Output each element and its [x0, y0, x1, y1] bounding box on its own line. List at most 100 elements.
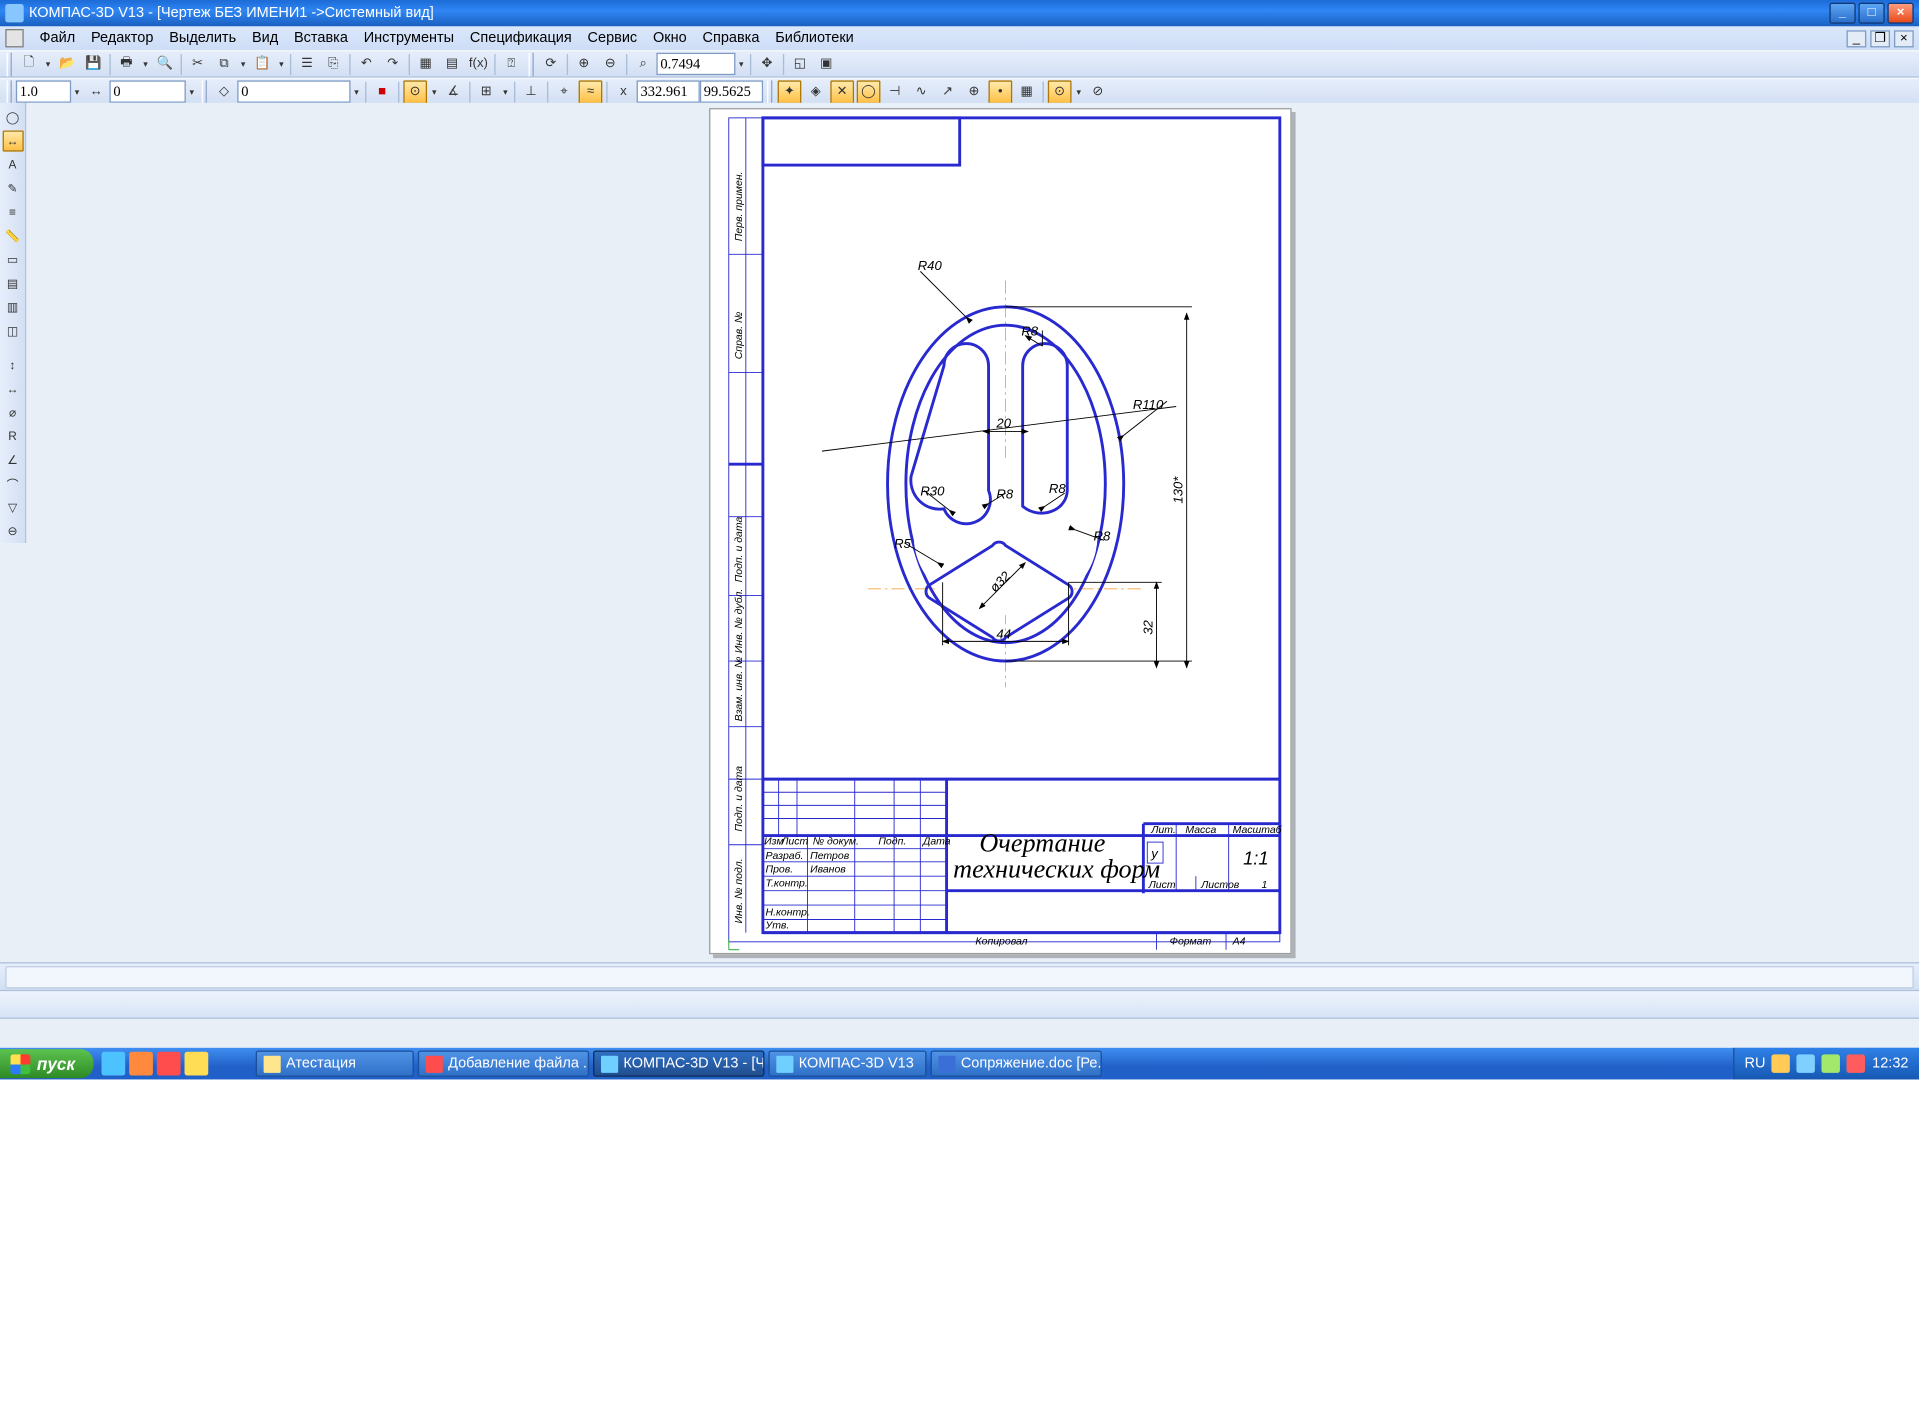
snap-end-button[interactable]: ✦ — [778, 80, 802, 104]
tray-icon[interactable] — [1847, 1054, 1865, 1072]
line-style-dropdown[interactable]: ▾ — [71, 80, 83, 104]
insert-tab[interactable]: ◫ — [2, 320, 23, 341]
window-minimize-button[interactable]: _ — [1829, 3, 1855, 24]
snap-mid-button[interactable]: ◈ — [804, 80, 828, 104]
menu-insert[interactable]: Вставка — [286, 26, 356, 50]
hole-dim-button[interactable]: ⊖ — [2, 521, 23, 542]
menu-spec[interactable]: Спецификация — [462, 26, 580, 50]
layer-icon[interactable]: ◇ — [212, 80, 236, 104]
menu-tools[interactable]: Инструменты — [356, 26, 462, 50]
snap-tan-button[interactable]: ◯ — [857, 80, 881, 104]
ql-opera-icon[interactable] — [157, 1052, 181, 1076]
task-kompas-doc[interactable]: КОМПАС-3D V13 - [Ч... — [593, 1050, 764, 1076]
round-button[interactable]: ≈ — [579, 80, 603, 104]
tray-icon[interactable] — [1822, 1054, 1840, 1072]
copy-button[interactable]: ⧉ — [212, 52, 236, 76]
toolbar-grip[interactable] — [767, 80, 772, 104]
snap-dropdown[interactable]: ▾ — [428, 80, 440, 104]
step-dropdown[interactable]: ▾ — [186, 80, 198, 104]
open-button[interactable]: 📂 — [55, 52, 79, 76]
angle-dim-button[interactable]: ∠ — [2, 449, 23, 470]
tray-icon[interactable] — [1797, 1054, 1815, 1072]
menu-file[interactable]: Файл — [32, 26, 83, 50]
mdi-close-button[interactable]: × — [1894, 30, 1914, 47]
snap-near-button[interactable]: ∿ — [909, 80, 933, 104]
refresh-button[interactable]: ⟳ — [539, 52, 563, 76]
ortho-button[interactable]: ⊥ — [519, 80, 543, 104]
grid-dropdown[interactable]: ▾ — [500, 80, 512, 104]
menu-help[interactable]: Справка — [695, 26, 768, 50]
menu-select[interactable]: Выделить — [161, 26, 244, 50]
toolbar-grip[interactable] — [529, 52, 534, 76]
arc-dim-button[interactable]: ⌒ — [2, 473, 23, 494]
ql-chrome-icon[interactable] — [101, 1052, 125, 1076]
snap-perp-button[interactable]: ⊣ — [883, 80, 907, 104]
copy-props-button[interactable]: ⎘ — [322, 52, 346, 76]
text-tab[interactable]: A — [2, 154, 23, 175]
paste-dropdown[interactable]: ▾ — [275, 52, 287, 76]
snap-center-button[interactable]: ⊕ — [962, 80, 986, 104]
snap-grid-button[interactable]: ▦ — [1015, 80, 1039, 104]
task-kompas[interactable]: КОМПАС-3D V13 — [768, 1050, 926, 1076]
redo-button[interactable]: ↷ — [381, 52, 405, 76]
print-button[interactable]: 🖶 — [115, 52, 139, 76]
print-dropdown[interactable]: ▾ — [140, 52, 152, 76]
menu-service[interactable]: Сервис — [580, 26, 645, 50]
step-button[interactable]: ↔ — [84, 80, 108, 104]
library-mgr-button[interactable]: ▦ — [414, 52, 438, 76]
paste-button[interactable]: 📋 — [250, 52, 274, 76]
snap-point-button[interactable]: • — [988, 80, 1012, 104]
ql-firefox-icon[interactable] — [129, 1052, 153, 1076]
pan-button[interactable]: ✥ — [755, 52, 779, 76]
zoom-combo[interactable] — [656, 53, 735, 75]
linear-dim-button[interactable]: ↔ — [2, 378, 23, 399]
snap-toggle[interactable]: ⊙ — [403, 80, 427, 104]
tray-icon[interactable] — [1772, 1054, 1790, 1072]
spec-button[interactable]: ▤ — [440, 52, 464, 76]
geometry-tab[interactable]: ◯ — [2, 107, 23, 128]
undo-button[interactable]: ↶ — [355, 52, 379, 76]
menu-view[interactable]: Вид — [244, 26, 286, 50]
start-button[interactable]: пуск — [0, 1049, 94, 1078]
copy-dropdown[interactable]: ▾ — [237, 52, 249, 76]
toolbar-grip[interactable] — [7, 80, 12, 104]
step-field[interactable] — [109, 80, 185, 102]
zoom-in-button[interactable]: ⊕ — [572, 52, 596, 76]
save-button[interactable]: 💾 — [82, 52, 106, 76]
snap-all-button[interactable]: ⊙ — [1048, 80, 1072, 104]
task-yandex[interactable]: Добавление файла ... — [418, 1050, 589, 1076]
task-folder[interactable]: Атестация — [256, 1050, 414, 1076]
zoom-dropdown[interactable]: ▾ — [735, 52, 747, 76]
whatsthis-button[interactable]: ⍰ — [500, 52, 524, 76]
report-tab[interactable]: ▥ — [2, 297, 23, 318]
stop-button[interactable]: ■ — [370, 80, 394, 104]
zoom-out-button[interactable]: ⊖ — [598, 52, 622, 76]
line-style-combo[interactable] — [16, 80, 71, 102]
menu-libraries[interactable]: Библиотеки — [767, 26, 861, 50]
preview-button[interactable]: 🔍 — [153, 52, 177, 76]
angle-snap-button[interactable]: ∡ — [442, 80, 466, 104]
spec-tab[interactable]: ▤ — [2, 273, 23, 294]
snap-disable-button[interactable]: ⊘ — [1086, 80, 1110, 104]
vars-button[interactable]: f(x) — [467, 52, 491, 76]
layer-dropdown[interactable]: ▾ — [351, 80, 363, 104]
new-button[interactable]: 🗋 — [17, 52, 41, 76]
auto-dim-button[interactable]: ↕ — [2, 355, 23, 376]
clock[interactable]: 12:32 — [1872, 1056, 1908, 1072]
cut-button[interactable]: ✂ — [186, 52, 210, 76]
height-dim-button[interactable]: ▽ — [2, 497, 23, 518]
grid-button[interactable]: ⊞ — [474, 80, 498, 104]
drawing-canvas[interactable]: Перв. примен. Справ. № Подп. и дата Инв.… — [26, 103, 1919, 962]
props-button[interactable]: ☰ — [295, 52, 319, 76]
snap-all-dropdown[interactable]: ▾ — [1073, 80, 1085, 104]
window-maximize-button[interactable]: □ — [1858, 3, 1884, 24]
local-cs-button[interactable]: ⌖ — [552, 80, 576, 104]
snap-int-button[interactable]: ✕ — [830, 80, 854, 104]
menu-editor[interactable]: Редактор — [83, 26, 161, 50]
window-close-button[interactable]: × — [1887, 3, 1913, 24]
measure-tab[interactable]: 📏 — [2, 225, 23, 246]
radial-dim-button[interactable]: R — [2, 426, 23, 447]
edit-tab[interactable]: ✎ — [2, 178, 23, 199]
snap-align-button[interactable]: ↗ — [936, 80, 960, 104]
select-tab[interactable]: ▭ — [2, 249, 23, 270]
